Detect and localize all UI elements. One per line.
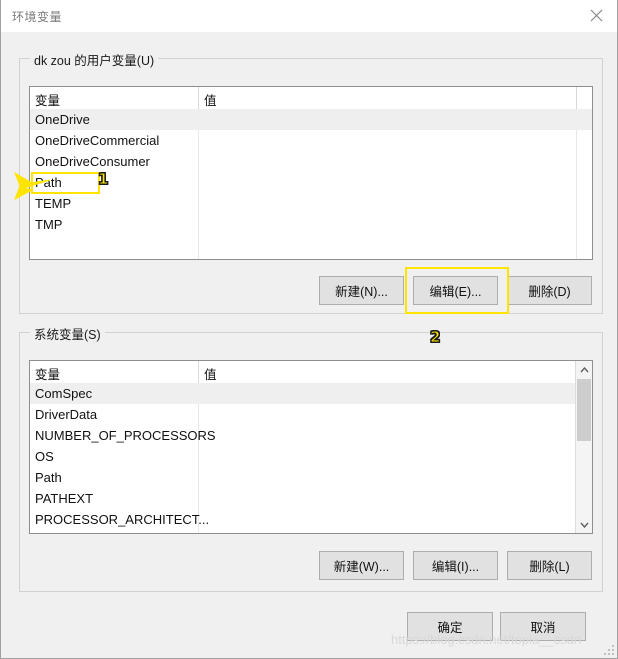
system-new-button[interactable]: 新建(W)... bbox=[319, 551, 404, 580]
system-delete-button[interactable]: 删除(L) bbox=[507, 551, 592, 580]
user-list-header: 变量 值 bbox=[30, 87, 592, 110]
user-new-button[interactable]: 新建(N)... bbox=[319, 276, 404, 305]
list-item[interactable]: TMP bbox=[30, 214, 592, 235]
chevron-down-icon[interactable] bbox=[576, 516, 592, 533]
chevron-up-icon[interactable] bbox=[576, 361, 592, 378]
ok-button[interactable]: 确定 bbox=[407, 612, 493, 641]
user-delete-button[interactable]: 删除(D) bbox=[507, 276, 592, 305]
title-bar: 环境变量 bbox=[1, 0, 617, 32]
list-item[interactable]: DriverData bbox=[30, 404, 592, 425]
system-edit-button[interactable]: 编辑(I)... bbox=[413, 551, 498, 580]
system-list-header-sep bbox=[198, 361, 199, 383]
system-list-rows: ComSpec DriverData NUMBER_OF_PROCESSORS … bbox=[30, 383, 592, 533]
user-list-header-sep bbox=[198, 87, 199, 109]
system-var-name: DriverData bbox=[35, 407, 98, 422]
user-variables-list[interactable]: 变量 值 OneDrive OneDriveCommercial OneDriv… bbox=[29, 86, 593, 260]
user-list-col-value[interactable]: 值 bbox=[204, 90, 217, 109]
system-var-name: PATHEXT bbox=[35, 491, 94, 506]
list-item[interactable]: TEMP bbox=[30, 193, 592, 214]
window-title: 环境变量 bbox=[12, 10, 63, 24]
list-item[interactable]: OneDrive bbox=[30, 109, 592, 130]
user-var-name: OneDriveConsumer bbox=[35, 154, 150, 169]
list-item[interactable]: ComSpec bbox=[30, 383, 592, 404]
user-var-path-row[interactable]: Path bbox=[30, 172, 592, 193]
user-list-col-name[interactable]: 变量 bbox=[35, 90, 60, 109]
cancel-button[interactable]: 取消 bbox=[500, 612, 586, 641]
list-item[interactable]: Path bbox=[30, 467, 592, 488]
system-list-header: 变量 值 bbox=[30, 361, 592, 384]
scrollbar-thumb[interactable] bbox=[577, 379, 591, 441]
system-variables-group-label: 系统变量(S) bbox=[30, 324, 105, 343]
list-item[interactable]: OS bbox=[30, 446, 592, 467]
list-item[interactable]: PROCESSOR_ARCHITECT... bbox=[30, 509, 592, 530]
system-list-col-value[interactable]: 值 bbox=[204, 364, 217, 383]
system-var-name: OS bbox=[35, 449, 54, 464]
system-list-col-name[interactable]: 变量 bbox=[35, 364, 60, 383]
user-var-name: Path bbox=[35, 175, 62, 190]
system-var-name: NUMBER_OF_PROCESSORS bbox=[35, 428, 216, 443]
list-item[interactable]: OneDriveConsumer bbox=[30, 151, 592, 172]
user-list-rows: OneDrive OneDriveCommercial OneDriveCons… bbox=[30, 109, 592, 259]
user-var-name: TMP bbox=[35, 217, 63, 232]
system-var-name: PROCESSOR_ARCHITECT... bbox=[35, 512, 210, 527]
list-item[interactable]: OneDriveCommercial bbox=[30, 130, 592, 151]
close-icon[interactable] bbox=[574, 0, 617, 30]
user-var-edit-button[interactable]: 编辑(E)... bbox=[413, 276, 498, 305]
system-var-name: Path bbox=[35, 470, 62, 485]
system-var-name: ComSpec bbox=[35, 386, 93, 401]
user-var-name: OneDriveCommercial bbox=[35, 133, 160, 148]
list-item[interactable]: PATHEXT bbox=[30, 488, 592, 509]
user-var-name: OneDrive bbox=[35, 112, 90, 127]
system-variables-list[interactable]: 变量 值 ComSpec DriverData NUMBER_OF_PROCES… bbox=[29, 360, 593, 534]
system-list-scrollbar[interactable] bbox=[575, 361, 592, 533]
user-list-header-sep-2 bbox=[576, 87, 577, 109]
user-var-name: TEMP bbox=[35, 196, 72, 211]
list-item[interactable]: NUMBER_OF_PROCESSORS bbox=[30, 425, 592, 446]
user-variables-group-label: dk zou 的用户变量(U) bbox=[30, 50, 159, 69]
resize-grip[interactable] bbox=[602, 643, 614, 655]
environment-variables-dialog: 环境变量 dk zou 的用户变量(U) 变量 值 OneDrive OneDr… bbox=[0, 0, 618, 659]
